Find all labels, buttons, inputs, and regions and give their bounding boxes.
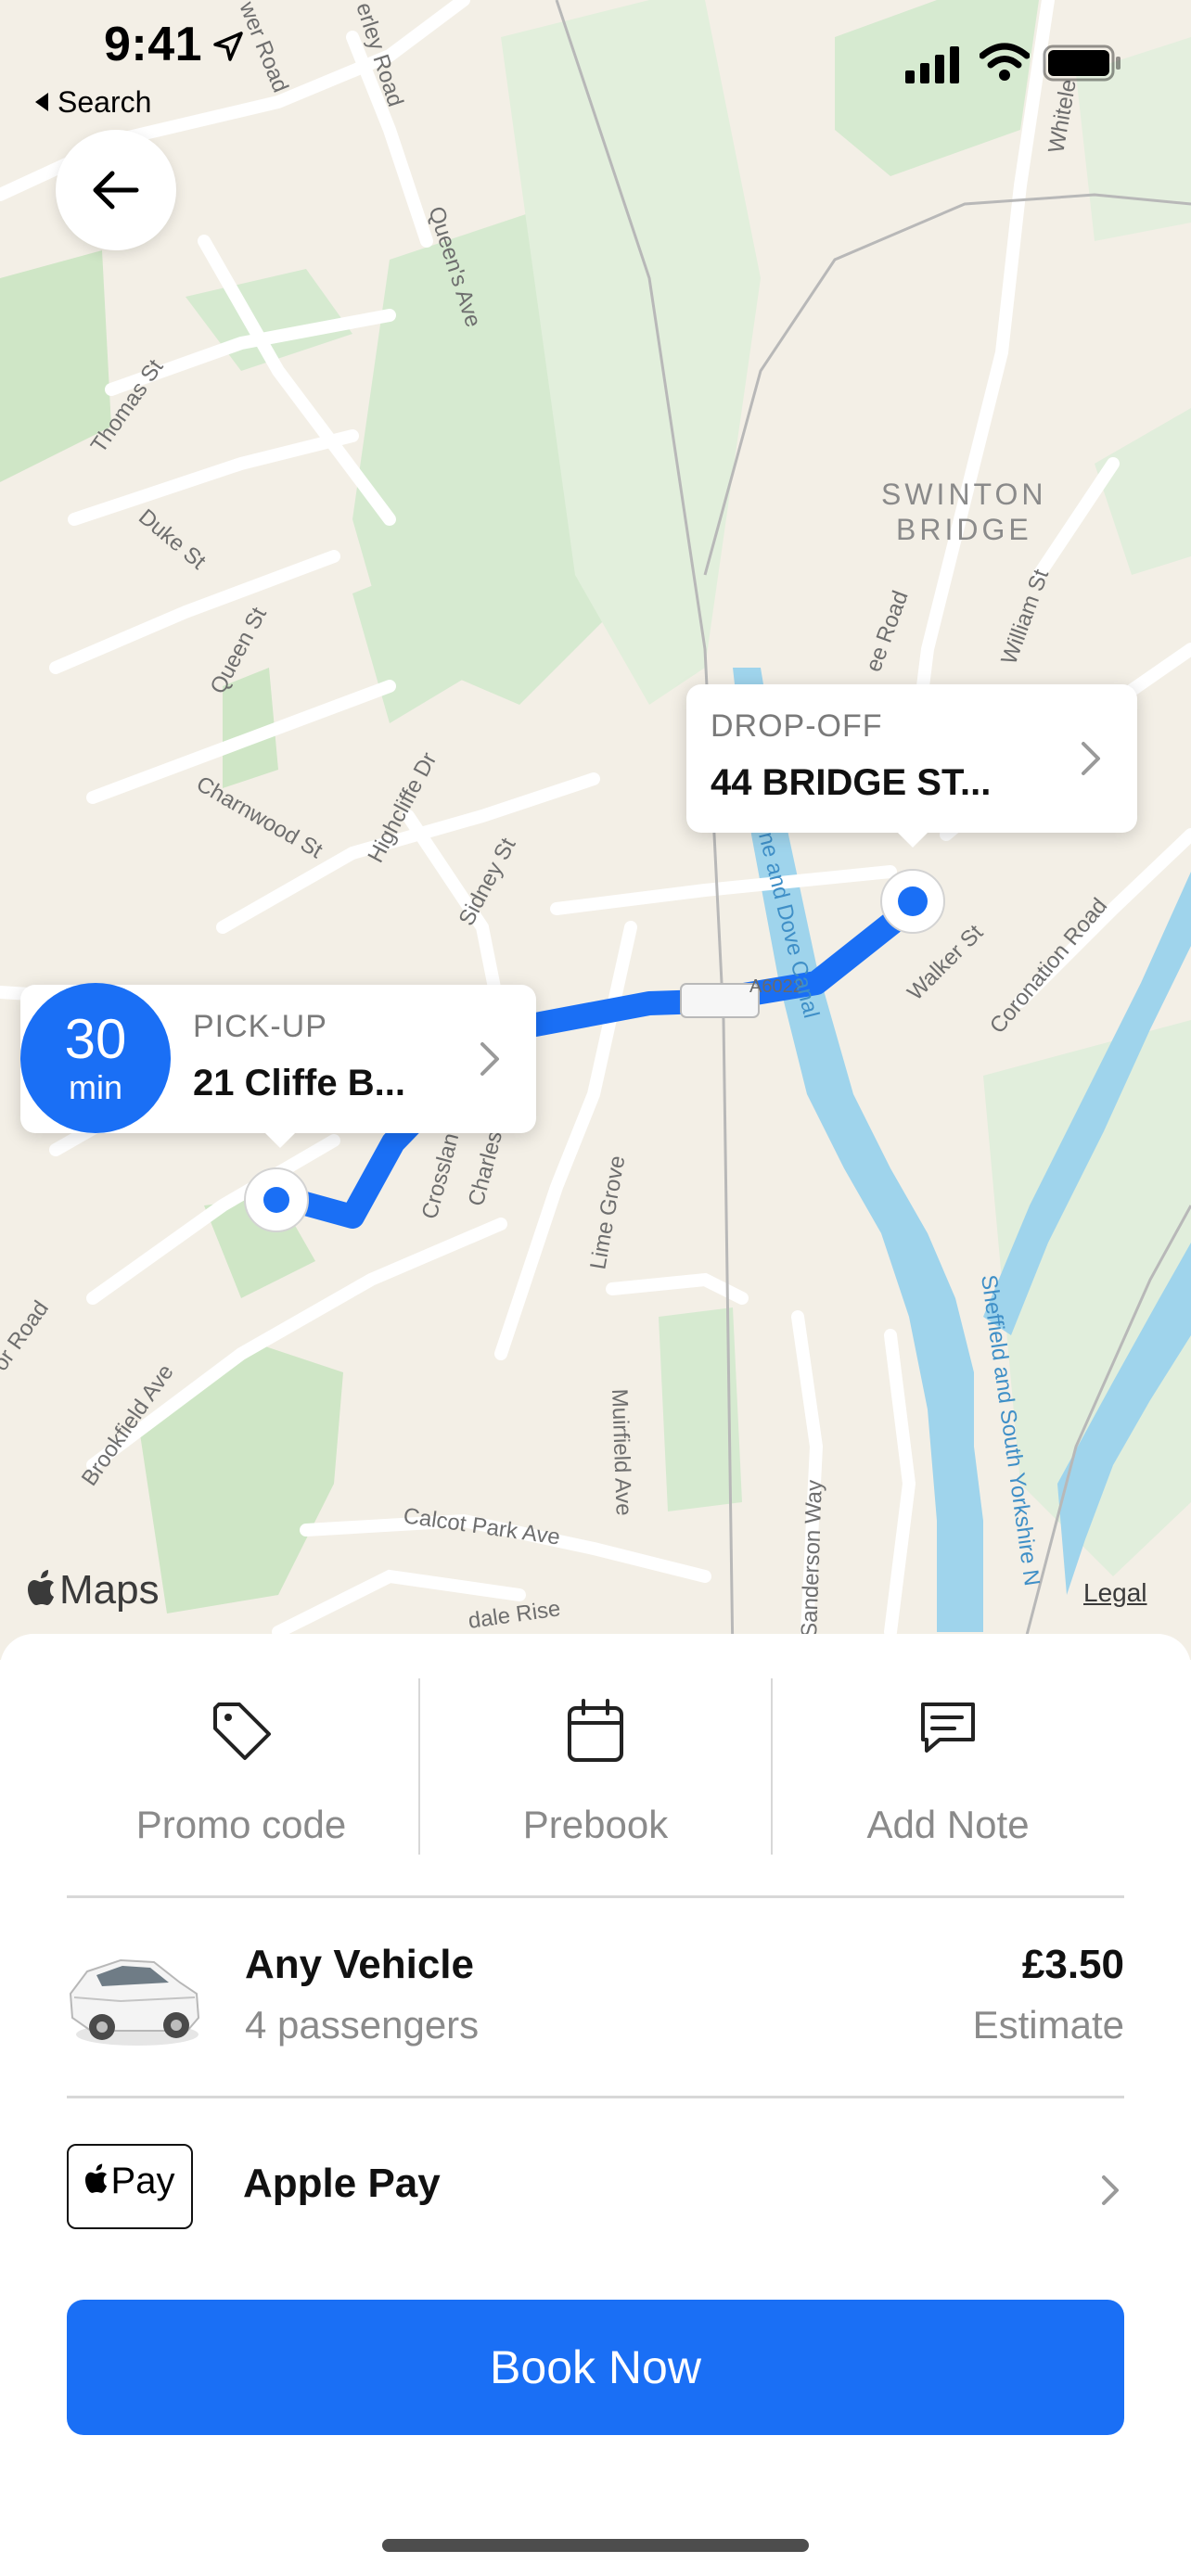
apple-pay-badge: Pay <box>67 2144 193 2229</box>
dropoff-marker <box>880 869 945 934</box>
prebook-label: Prebook <box>522 1803 669 1846</box>
arrow-left-icon <box>93 171 139 210</box>
payment-method-label: Apple Pay <box>243 2161 441 2206</box>
status-time: 9:41 <box>104 18 203 71</box>
status-bar: 9:41 Search <box>0 0 1191 130</box>
pickup-address: 21 Cliffe B... <box>193 1063 405 1103</box>
area-label: BRIDGE <box>896 513 1032 546</box>
back-to-app-link[interactable]: Search <box>35 85 151 120</box>
street-label: Duke St <box>134 504 211 575</box>
back-triangle-icon <box>35 92 48 111</box>
book-now-button[interactable]: Book Now <box>67 2300 1124 2435</box>
calendar-icon <box>568 1699 623 1762</box>
location-arrow-icon <box>213 32 243 61</box>
chevron-right-icon <box>480 1042 499 1076</box>
street-label: Muirfield Ave <box>607 1388 636 1516</box>
tag-icon <box>213 1702 271 1760</box>
dropoff-card[interactable]: DROP-OFF 44 BRIDGE ST... <box>686 684 1137 848</box>
maps-brand-text: Maps <box>59 1567 160 1613</box>
battery-icon <box>1043 45 1121 82</box>
promo-code-button[interactable]: Promo code <box>65 1678 417 1855</box>
home-indicator <box>382 2539 809 2552</box>
promo-code-label: Promo code <box>135 1803 347 1846</box>
dropoff-card-pointer <box>898 833 928 848</box>
apple-pay-badge-text: Pay <box>110 2161 175 2201</box>
pickup-label: PICK-UP <box>193 1009 327 1044</box>
road-shield-a6022 <box>680 983 760 1018</box>
back-button[interactable] <box>56 130 176 250</box>
pickup-card-pointer <box>265 1133 295 1148</box>
street-label: Sanderson Way <box>797 1479 827 1638</box>
street-label: Lime Grove <box>585 1154 630 1271</box>
fare-price: £3.50 <box>1021 1942 1124 1987</box>
car-image <box>69 1958 200 2046</box>
eta-value: 30 <box>64 1008 127 1070</box>
eta-badge: 30 min <box>20 983 171 1133</box>
street-label: Charles <box>464 1129 507 1209</box>
back-to-app-label: Search <box>58 85 152 119</box>
street-label: dale Rise <box>467 1596 562 1634</box>
divider <box>67 1895 1124 1898</box>
street-label: William St <box>996 566 1054 668</box>
chevron-right-icon <box>1102 2175 1119 2205</box>
legal-link[interactable]: Legal <box>1083 1578 1147 1608</box>
street-label: ee Road <box>861 588 913 676</box>
dropoff-address: 44 BRIDGE ST... <box>711 762 992 803</box>
vehicle-capacity: 4 passengers <box>245 2003 480 2047</box>
wifi-icon <box>980 43 1030 81</box>
eta-unit: min <box>68 1068 122 1106</box>
prebook-button[interactable]: Prebook <box>419 1678 772 1855</box>
message-icon <box>921 1702 975 1753</box>
maps-logo: Maps <box>28 1567 160 1613</box>
vehicle-name: Any Vehicle <box>245 1942 475 1987</box>
apple-logo-icon <box>84 2163 107 2193</box>
add-note-button[interactable]: Add Note <box>772 1678 1124 1855</box>
map-view[interactable]: Thomas St Duke St Queen St Queen's Ave C… <box>0 0 1191 1660</box>
cellular-signal-icon <box>905 46 959 83</box>
street-label: Charnwood St <box>192 772 327 864</box>
add-note-label: Add Note <box>866 1803 1030 1846</box>
street-label: Sidney St <box>454 834 520 930</box>
fare-note: Estimate <box>972 2003 1124 2047</box>
street-label: Coronation Road <box>985 894 1112 1039</box>
area-label: SWINTON <box>881 478 1047 511</box>
pickup-marker <box>244 1167 309 1232</box>
divider <box>67 2096 1124 2098</box>
street-label: Calcot Park Ave <box>402 1503 561 1549</box>
apple-logo-icon <box>28 1570 54 1605</box>
street-label: or Road <box>0 1296 54 1375</box>
street-label: Crosslan <box>417 1130 465 1221</box>
chevron-right-icon <box>1082 742 1100 775</box>
dropoff-label: DROP-OFF <box>711 708 883 744</box>
